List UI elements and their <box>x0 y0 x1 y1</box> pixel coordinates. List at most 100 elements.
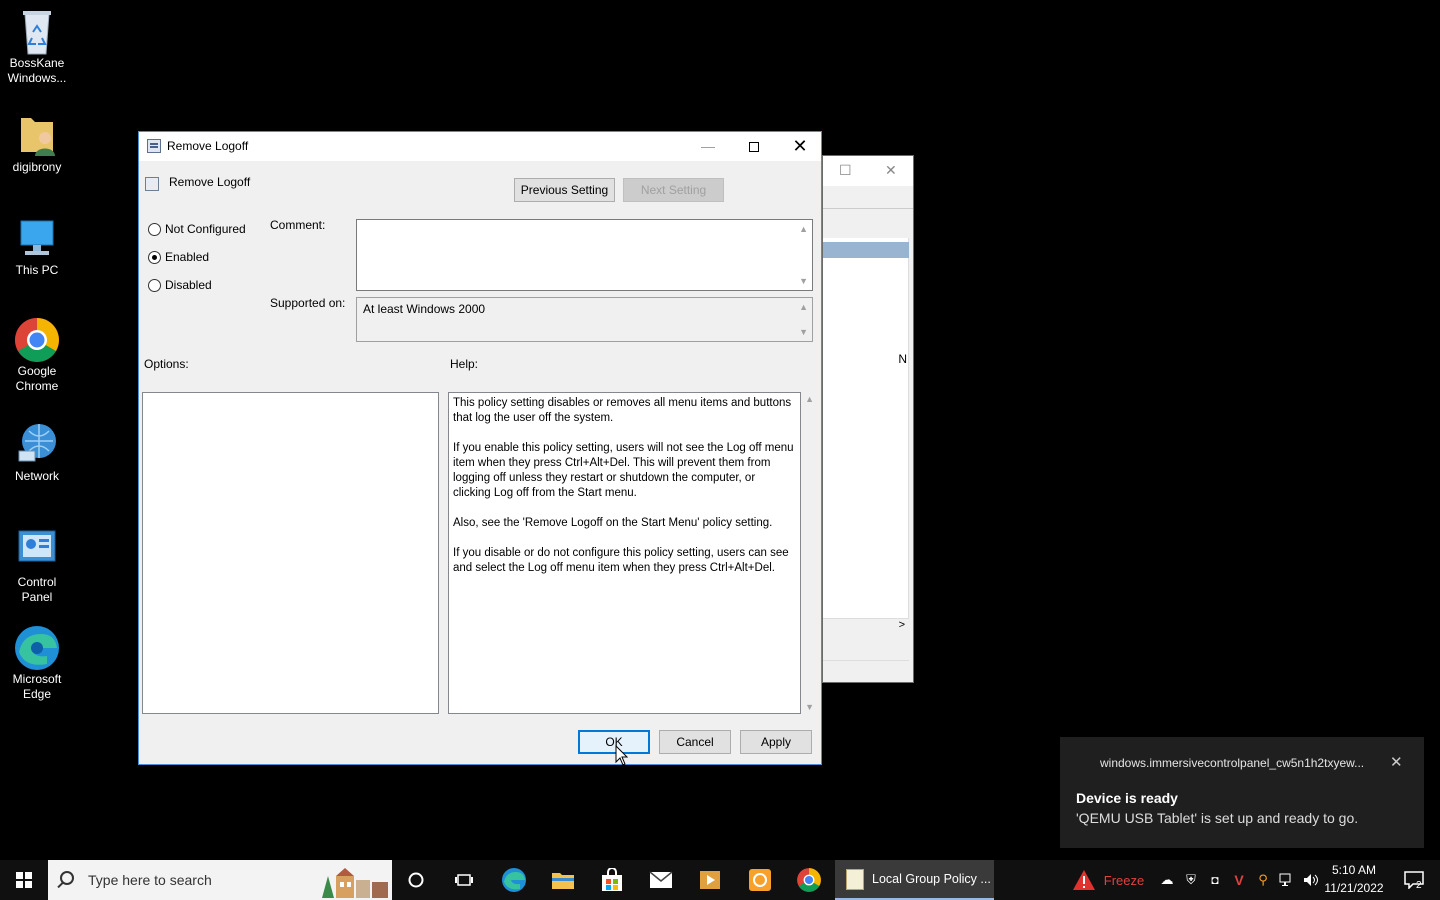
taskbar-store[interactable] <box>592 860 632 900</box>
desktop-icon-control-panel[interactable]: Control Panel <box>4 527 70 605</box>
cortana-circle-icon <box>408 872 424 888</box>
close-icon[interactable]: ✕ <box>1390 753 1403 771</box>
ok-button[interactable]: OK <box>578 730 650 754</box>
selected-tree-item[interactable] <box>823 242 909 258</box>
radio-enabled[interactable]: Enabled <box>148 249 268 265</box>
taskbar-local-group-policy[interactable]: Local Group Policy ... <box>835 860 994 900</box>
cortana-button[interactable] <box>396 860 436 900</box>
previous-setting-button[interactable]: Previous Setting <box>514 178 615 202</box>
help-scrollbar[interactable]: ▲ ▼ <box>802 392 816 714</box>
search-icon <box>60 871 74 885</box>
desktop-icon-label: Control Panel <box>17 575 57 604</box>
radio-disabled[interactable]: Disabled <box>148 277 268 293</box>
notification-title: Device is ready <box>1076 790 1178 806</box>
taskbar-edge[interactable] <box>494 860 534 900</box>
desktop-icon-digibrony[interactable]: digibrony <box>4 112 70 175</box>
clock-time[interactable]: 5:10 AM <box>1322 863 1386 877</box>
task-view-icon <box>455 874 473 886</box>
options-label: Options: <box>144 357 189 371</box>
mouse-cursor-icon <box>615 745 629 766</box>
desktop-icon-network[interactable]: Network <box>4 421 70 484</box>
desktop-icon-microsoft-edge[interactable]: Microsoft Edge <box>4 624 70 702</box>
chevron-right-icon[interactable]: > <box>899 619 905 631</box>
apply-button[interactable]: Apply <box>740 730 812 754</box>
help-panel[interactable]: This policy setting disables or removes … <box>448 392 801 714</box>
radio-not-configured[interactable]: Not Configured <box>148 221 268 237</box>
horizontal-scrollbar[interactable]: > <box>823 618 909 634</box>
taskbar-media-player[interactable] <box>690 860 730 900</box>
store-bag-icon <box>602 868 622 891</box>
scroll-down-icon[interactable]: ▼ <box>799 327 808 337</box>
network-tray-icon[interactable] <box>1277 860 1297 900</box>
taskbar-app-orange[interactable] <box>740 860 780 900</box>
tree-pane[interactable] <box>823 238 909 628</box>
chrome-icon <box>15 316 59 362</box>
action-center-button[interactable]: 2 <box>1394 860 1434 900</box>
radio-button-circle[interactable] <box>148 251 161 264</box>
radio-button-circle[interactable] <box>148 279 161 292</box>
task-view-button[interactable] <box>444 860 484 900</box>
policy-setting-dialog: Remove Logoff — ✕ Remove Logoff Previous… <box>138 131 822 765</box>
app-orange-icon <box>749 869 771 891</box>
radio-label: Not Configured <box>165 222 246 236</box>
column-header[interactable]: N <box>898 352 907 366</box>
scroll-down-icon[interactable]: ▼ <box>805 702 814 712</box>
radio-button-circle[interactable] <box>148 223 161 236</box>
windows-logo-icon <box>16 872 32 888</box>
search-placeholder: Type here to search <box>88 872 212 888</box>
taskbar-file-explorer[interactable] <box>543 860 583 900</box>
comment-field[interactable]: ▲ ▼ <box>356 219 813 291</box>
v-app-tray-icon[interactable]: V <box>1229 860 1249 900</box>
taskbar-chrome[interactable] <box>789 860 829 900</box>
next-setting-button[interactable]: Next Setting <box>623 178 724 202</box>
close-icon: ✕ <box>792 136 808 156</box>
scroll-down-icon[interactable]: ▼ <box>799 276 808 286</box>
start-button[interactable] <box>0 860 48 900</box>
chrome-icon <box>797 868 821 892</box>
computer-icon <box>15 215 59 259</box>
folder-icon <box>552 873 574 889</box>
background-window[interactable]: ☐ ✕ N > <box>822 155 914 683</box>
user-folder-icon <box>15 112 59 156</box>
help-paragraph: Also, see the 'Remove Logoff on the Star… <box>453 517 773 529</box>
search-box[interactable]: Type here to search <box>48 860 392 900</box>
policy-setting-icon <box>145 177 159 191</box>
toolbar-divider <box>823 208 913 209</box>
radio-label: Disabled <box>165 278 212 292</box>
freeze-label[interactable]: Freeze <box>1100 873 1148 888</box>
desktop-icon-google-chrome[interactable]: Google Chrome <box>4 316 70 394</box>
recycle-bin-icon <box>15 8 59 55</box>
maximize-icon[interactable]: ☐ <box>839 162 852 179</box>
scroll-up-icon[interactable]: ▲ <box>805 394 814 404</box>
close-button[interactable]: ✕ <box>777 132 823 161</box>
close-icon[interactable]: ✕ <box>885 162 897 179</box>
desktop-icon-this-pc[interactable]: This PC <box>4 215 70 278</box>
freeze-tray-button[interactable] <box>1068 860 1100 900</box>
options-panel[interactable] <box>142 392 439 714</box>
help-paragraph: If you disable or do not configure this … <box>453 547 789 574</box>
minimize-button[interactable]: — <box>685 132 731 161</box>
help-label: Help: <box>450 357 479 371</box>
notification-toast[interactable]: windows.immersivecontrolpanel_cw5n1h2txy… <box>1060 737 1424 848</box>
search-highlight-illustration-icon <box>322 868 388 898</box>
scroll-up-icon[interactable]: ▲ <box>799 302 808 312</box>
desktop-icon-label: Google Chrome <box>15 364 59 393</box>
clock-date[interactable]: 11/21/2022 <box>1322 881 1386 895</box>
taskbar-mail[interactable] <box>641 860 681 900</box>
maximize-button[interactable] <box>731 132 777 161</box>
desktop-icon-label: digibrony <box>12 160 62 174</box>
search-tool-tray-icon[interactable]: ⚲ <box>1253 860 1273 900</box>
status-bar <box>823 660 909 678</box>
desktop-icon-label: Network <box>14 469 59 483</box>
supported-on-field[interactable]: At least Windows 2000 ▲ ▼ <box>356 297 813 342</box>
camera-tray-icon[interactable]: ◘ <box>1205 860 1225 900</box>
windows-security-tray-icon[interactable]: ⛨ <box>1181 860 1201 900</box>
desktop-icon-label: BossKane Windows... <box>7 56 67 85</box>
volume-tray-icon[interactable] <box>1300 860 1322 900</box>
desktop-icon-recycle-bin[interactable]: BossKane Windows... <box>4 8 70 86</box>
cancel-button[interactable]: Cancel <box>659 730 731 754</box>
scroll-up-icon[interactable]: ▲ <box>799 224 808 234</box>
onedrive-tray-icon[interactable]: ☁ <box>1157 860 1177 900</box>
supported-on-value: At least Windows 2000 <box>363 302 486 316</box>
dialog-titlebar[interactable]: Remove Logoff — ✕ <box>139 132 821 161</box>
